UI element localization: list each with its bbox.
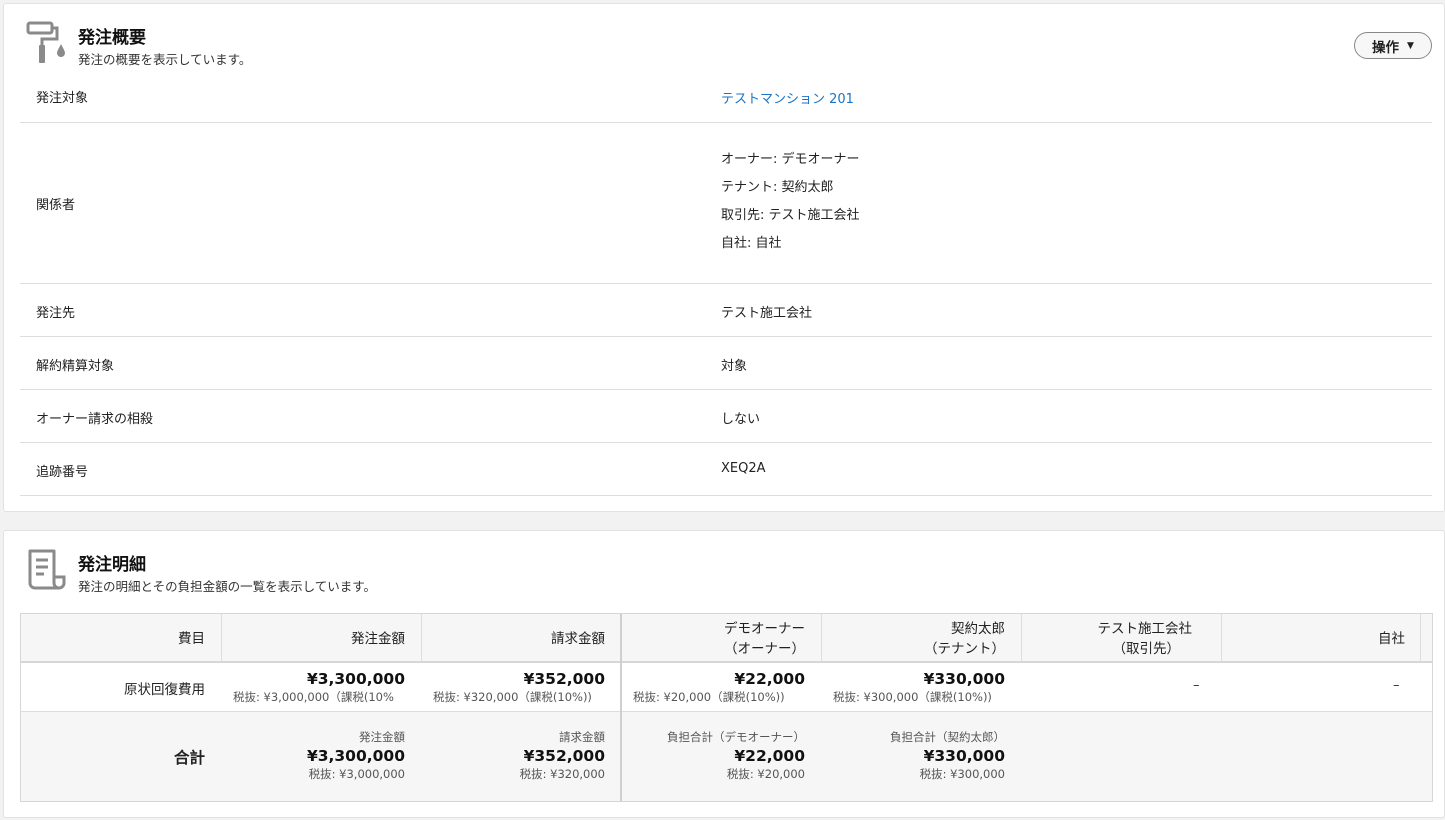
row-value: 対象 [721, 359, 748, 374]
panel-title: 発注概要 [78, 28, 146, 48]
column-divider [821, 614, 822, 663]
row-label: 発注先 [36, 306, 76, 321]
order-detail-panel: 発注明細 発注の明細とその負担金額の一覧を表示しています。 費目 発注金額 請求… [3, 530, 1445, 818]
order-target-link[interactable]: テストマンション 201 [721, 88, 854, 107]
overview-row-vendor: 発注先 テスト施工会社 [20, 284, 1432, 337]
caret-down-icon: ▼ [1407, 40, 1414, 51]
header-order-amount: 発注金額 [351, 630, 405, 647]
column-divider [1021, 614, 1022, 663]
row-label: 関係者 [36, 198, 76, 213]
table-row: 原状回復費用 ¥3,300,000 税抜: ¥3,000,000（課税(10% … [21, 663, 1432, 712]
header-bill-amount: 請求金額 [551, 630, 605, 647]
table-total-row: 合計 発注金額 ¥3,300,000 税抜: ¥3,000,000 請求金額 ¥… [21, 712, 1432, 801]
receipt-document-icon [28, 549, 66, 590]
overview-row-parties: 関係者 オーナー: デモオーナー テナント: 契約太郎 取引先: テスト施工会社… [20, 123, 1432, 284]
row-label: オーナー請求の相殺 [36, 412, 154, 427]
column-divider [221, 614, 222, 663]
column-divider [1221, 614, 1222, 663]
parties-list: オーナー: デモオーナー テナント: 契約太郎 取引先: テスト施工会社 自社:… [721, 146, 860, 258]
total-owner-amount: 負担合計（デモオーナー） ¥22,000 税抜: ¥20,000 [667, 730, 805, 781]
overview-row-tracking: 追跡番号 XEQ2A [20, 443, 1432, 496]
table-header-row: 費目 発注金額 請求金額 デモオーナー （オーナー） 契約太郎 （テナント） テスト… [21, 614, 1432, 663]
party-tenant: テナント: 契約太郎 [721, 180, 834, 195]
panel-subtitle: 発注の概要を表示しています。 [78, 52, 252, 67]
row-value: しない [721, 412, 761, 427]
column-divider [421, 614, 422, 663]
row-label: 解約精算対象 [36, 359, 115, 374]
row-tenant-amount: ¥330,000 税抜: ¥300,000（課税(10%)) [833, 670, 1005, 704]
row-item-name: 原状回復費用 [124, 682, 205, 698]
overview-row-offset: オーナー請求の相殺 しない [20, 390, 1432, 443]
row-bill-amount: ¥352,000 税抜: ¥320,000（課税(10%)) [433, 670, 605, 704]
order-overview-panel: 発注概要 発注の概要を表示しています。 操作 ▼ 発注対象 テストマンション 2… [3, 3, 1445, 512]
header-owner: デモオーナー （オーナー） [724, 620, 805, 657]
total-tenant-amount: 負担合計（契約太郎） ¥330,000 税抜: ¥300,000 [890, 730, 1005, 781]
tracking-number: XEQ2A [721, 461, 766, 476]
header-vendor: テスト施工会社 （取引先） [1097, 620, 1193, 657]
operation-menu-button[interactable]: 操作 ▼ [1354, 32, 1432, 59]
panel-title: 発注明細 [78, 555, 146, 575]
column-divider [1420, 614, 1421, 663]
row-label: 発注対象 [36, 91, 89, 106]
overview-row-settlement: 解約精算対象 対象 [20, 337, 1432, 390]
row-owner-amount: ¥22,000 税抜: ¥20,000（課税(10%)) [633, 670, 805, 704]
overview-row-target: 発注対象 テストマンション 201 [20, 68, 1432, 123]
header-tenant: 契約太郎 （テナント） [924, 620, 1005, 657]
row-self-amount: – [1393, 678, 1400, 693]
party-self: 自社: 自社 [721, 236, 782, 251]
paint-roller-icon [26, 21, 65, 63]
header-item: 費目 [178, 630, 205, 647]
party-vendor: 取引先: テスト施工会社 [721, 208, 860, 223]
party-owner: オーナー: デモオーナー [721, 152, 860, 167]
operation-button-label: 操作 [1372, 39, 1400, 56]
row-label: 追跡番号 [36, 465, 89, 480]
row-order-amount: ¥3,300,000 税抜: ¥3,000,000（課税(10% [233, 670, 405, 704]
panel-subtitle: 発注の明細とその負担金額の一覧を表示しています。 [78, 579, 377, 594]
total-order-amount: 発注金額 ¥3,300,000 税抜: ¥3,000,000 [306, 730, 405, 781]
order-detail-table: 費目 発注金額 請求金額 デモオーナー （オーナー） 契約太郎 （テナント） テスト… [20, 613, 1433, 802]
row-value: テスト施工会社 [721, 306, 813, 321]
column-group-divider [620, 614, 622, 801]
row-vendor-amount: – [1193, 678, 1200, 693]
total-bill-amount: 請求金額 ¥352,000 税抜: ¥320,000 [519, 730, 605, 781]
total-label: 合計 [173, 749, 205, 767]
header-self: 自社 [1378, 630, 1405, 647]
